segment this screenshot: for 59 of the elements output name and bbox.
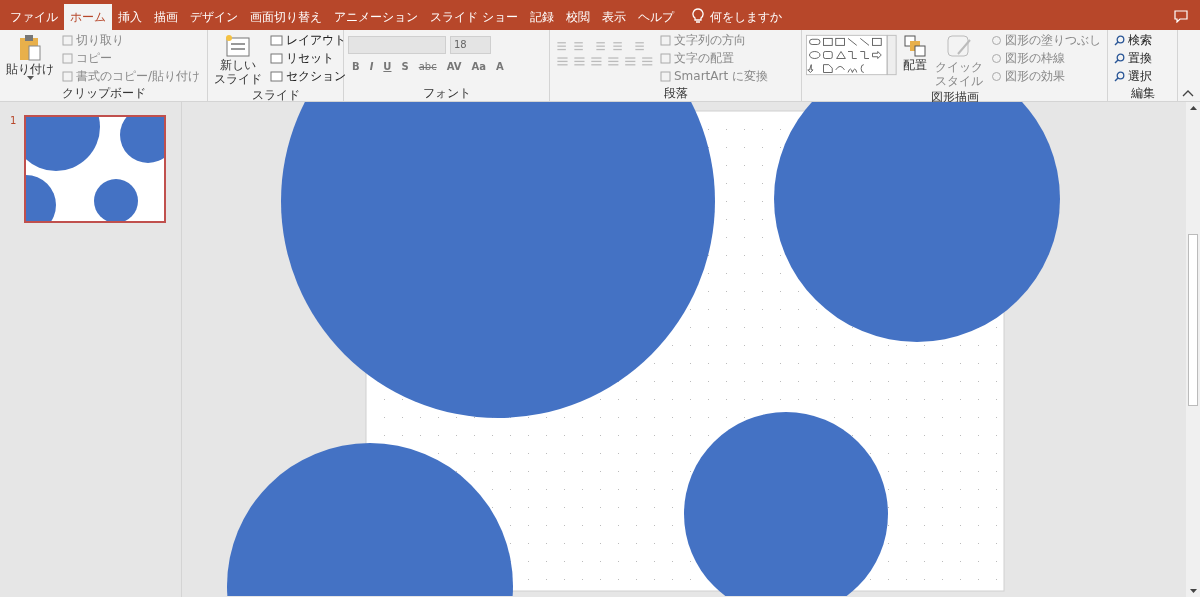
paste-button[interactable]: 貼り付け bbox=[4, 32, 56, 83]
shape-gallery[interactable] bbox=[806, 32, 897, 78]
shape-style-icon bbox=[991, 53, 1002, 64]
vertical-scrollbar[interactable] bbox=[1186, 102, 1200, 597]
group-label: 編集 bbox=[1129, 87, 1156, 100]
ribbon-tab[interactable]: 表示 bbox=[595, 4, 632, 30]
text-format-icon bbox=[660, 53, 671, 64]
slide-command[interactable]: セクション bbox=[268, 68, 348, 85]
font-name-field[interactable] bbox=[348, 36, 446, 54]
quick-style-button[interactable]: クイック スタイル bbox=[933, 32, 985, 91]
slide-command[interactable]: レイアウト bbox=[268, 32, 348, 49]
ribbon-tab[interactable]: 記録 bbox=[523, 4, 560, 30]
search-icon bbox=[1114, 71, 1125, 82]
group-label: クリップボード bbox=[60, 87, 147, 100]
ribbon-tab[interactable]: 挿入 bbox=[112, 4, 148, 30]
ribbon-tab[interactable]: 校閲 bbox=[559, 4, 596, 30]
scroll-up-icon[interactable] bbox=[1189, 106, 1197, 110]
ribbon-tab[interactable]: 描画 bbox=[148, 4, 184, 30]
arrange-icon bbox=[903, 34, 927, 58]
ribbon-tab[interactable]: ヘルプ bbox=[631, 4, 680, 30]
ribbon-tab[interactable]: デザイン bbox=[184, 4, 244, 30]
ribbon-tab[interactable]: ファイル bbox=[4, 4, 64, 30]
search-icon bbox=[1114, 35, 1125, 46]
ribbon-tab[interactable]: アニメーション bbox=[328, 4, 424, 30]
group-label: 段落 bbox=[662, 87, 689, 100]
shape-style-icon bbox=[991, 71, 1002, 82]
slide-layout-icon bbox=[270, 53, 283, 64]
slide-number: 1 bbox=[10, 115, 17, 126]
editing-command[interactable]: 検索 bbox=[1112, 32, 1154, 49]
scrollbar-thumb[interactable] bbox=[1188, 234, 1198, 406]
new-slide-icon bbox=[224, 34, 252, 58]
collapse-ribbon-icon[interactable] bbox=[1182, 90, 1194, 97]
brush-icon bbox=[946, 34, 972, 60]
lightbulb-icon bbox=[691, 8, 704, 24]
editing-command[interactable]: 選択 bbox=[1112, 68, 1154, 85]
ribbon-tab[interactable]: 画面切り替え bbox=[244, 4, 328, 30]
shape-style-icon bbox=[991, 35, 1002, 46]
arrange-button[interactable]: 配置 bbox=[901, 32, 929, 75]
command-icon bbox=[62, 35, 73, 46]
command-icon bbox=[62, 53, 73, 64]
slide-command[interactable]: リセット bbox=[268, 50, 348, 67]
ribbon-tab[interactable]: スライド ショー bbox=[424, 4, 524, 30]
caret-icon bbox=[26, 76, 34, 81]
slide-thumbnail[interactable] bbox=[24, 115, 167, 223]
group-label: スライド bbox=[250, 88, 301, 102]
slide-layout-icon bbox=[270, 71, 283, 82]
command-icon bbox=[62, 71, 73, 82]
tell-me-search[interactable]: 何をしますか bbox=[709, 9, 782, 25]
text-format-icon bbox=[660, 35, 671, 46]
ribbon-tab[interactable]: ホーム bbox=[64, 4, 112, 30]
text-format-icon bbox=[660, 71, 671, 82]
clipboard-icon bbox=[18, 34, 42, 62]
search-icon bbox=[1114, 53, 1125, 64]
comment-icon[interactable] bbox=[1174, 9, 1188, 23]
new-slide-button[interactable]: 新しい スライド bbox=[212, 32, 264, 89]
editing-command[interactable]: 置換 bbox=[1112, 50, 1154, 67]
scroll-down-icon[interactable] bbox=[1189, 589, 1197, 593]
group-label: フォント bbox=[421, 87, 472, 100]
slide-layout-icon bbox=[270, 35, 283, 46]
